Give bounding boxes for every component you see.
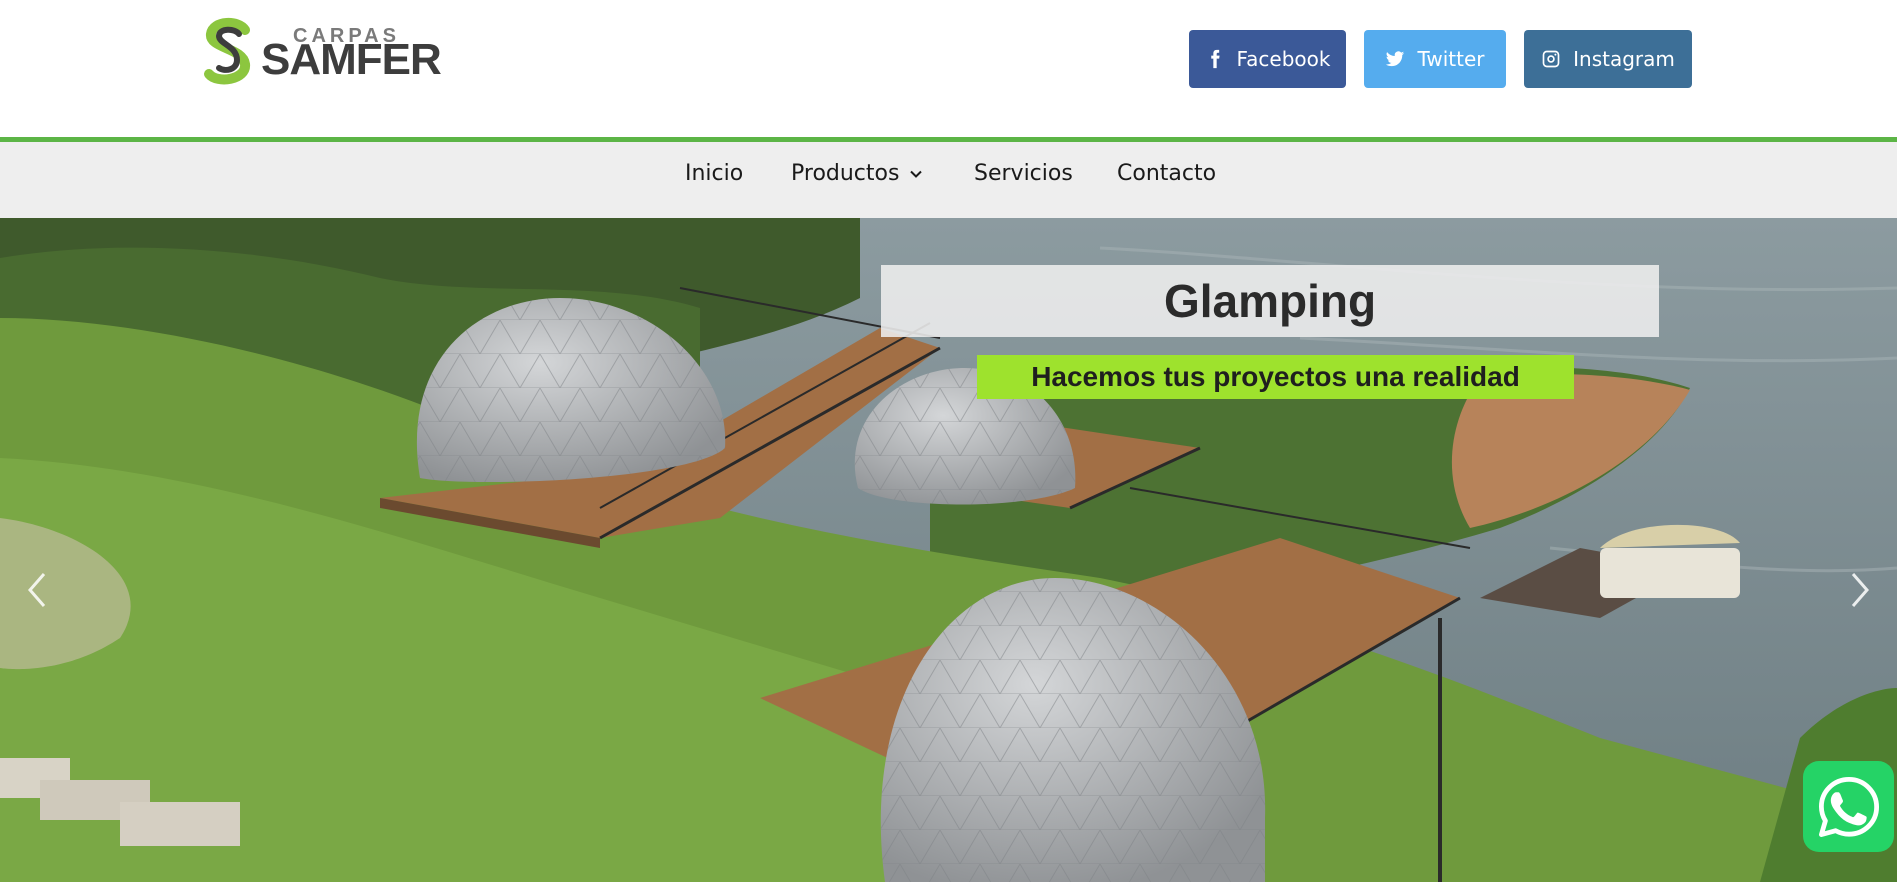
instagram-icon bbox=[1542, 50, 1560, 68]
nav-item-productos[interactable]: Productos bbox=[791, 161, 923, 186]
nav-item-label: Servicios bbox=[974, 161, 1073, 186]
twitter-label: Twitter bbox=[1417, 47, 1485, 71]
hero-subtitle: Hacemos tus proyectos una realidad bbox=[1031, 361, 1520, 392]
hero-title: Glamping bbox=[1163, 275, 1377, 327]
facebook-button[interactable]: Facebook bbox=[1189, 30, 1346, 88]
hero-title-box: Glamping bbox=[881, 265, 1659, 337]
facebook-label: Facebook bbox=[1236, 47, 1331, 71]
nav-item-label: Contacto bbox=[1117, 161, 1217, 186]
nav-item-contacto[interactable]: Contacto bbox=[1117, 161, 1216, 186]
chevron-down-icon bbox=[910, 170, 923, 178]
logo-big-text: SAMFER bbox=[261, 35, 442, 84]
facebook-icon bbox=[1210, 49, 1220, 69]
nav-item-label: Productos bbox=[791, 161, 900, 186]
hero-slider: Glamping Hacemos tus proyectos una reali… bbox=[0, 218, 1897, 882]
twitter-icon bbox=[1386, 51, 1405, 67]
nav-item-inicio[interactable]: Inicio bbox=[685, 161, 743, 186]
slider-prev-arrow-icon[interactable] bbox=[24, 570, 50, 610]
nav-item-label: Inicio bbox=[685, 161, 744, 186]
whatsapp-button[interactable] bbox=[1803, 761, 1894, 852]
whatsapp-icon bbox=[1818, 776, 1879, 837]
site-header: CARPAS SAMFER Facebook Twitter Instagram bbox=[0, 0, 1897, 137]
hero-subtitle-box: Hacemos tus proyectos una realidad bbox=[977, 355, 1574, 399]
slider-next-arrow-icon[interactable] bbox=[1847, 570, 1873, 610]
instagram-label: Instagram bbox=[1573, 47, 1675, 71]
main-nav: Inicio Productos Servicios Contacto bbox=[0, 142, 1897, 218]
logo-s-mark-icon bbox=[204, 18, 250, 85]
twitter-button[interactable]: Twitter bbox=[1364, 30, 1506, 88]
instagram-button[interactable]: Instagram bbox=[1524, 30, 1692, 88]
site-logo[interactable]: CARPAS SAMFER bbox=[203, 16, 463, 86]
nav-item-servicios[interactable]: Servicios bbox=[974, 161, 1073, 186]
